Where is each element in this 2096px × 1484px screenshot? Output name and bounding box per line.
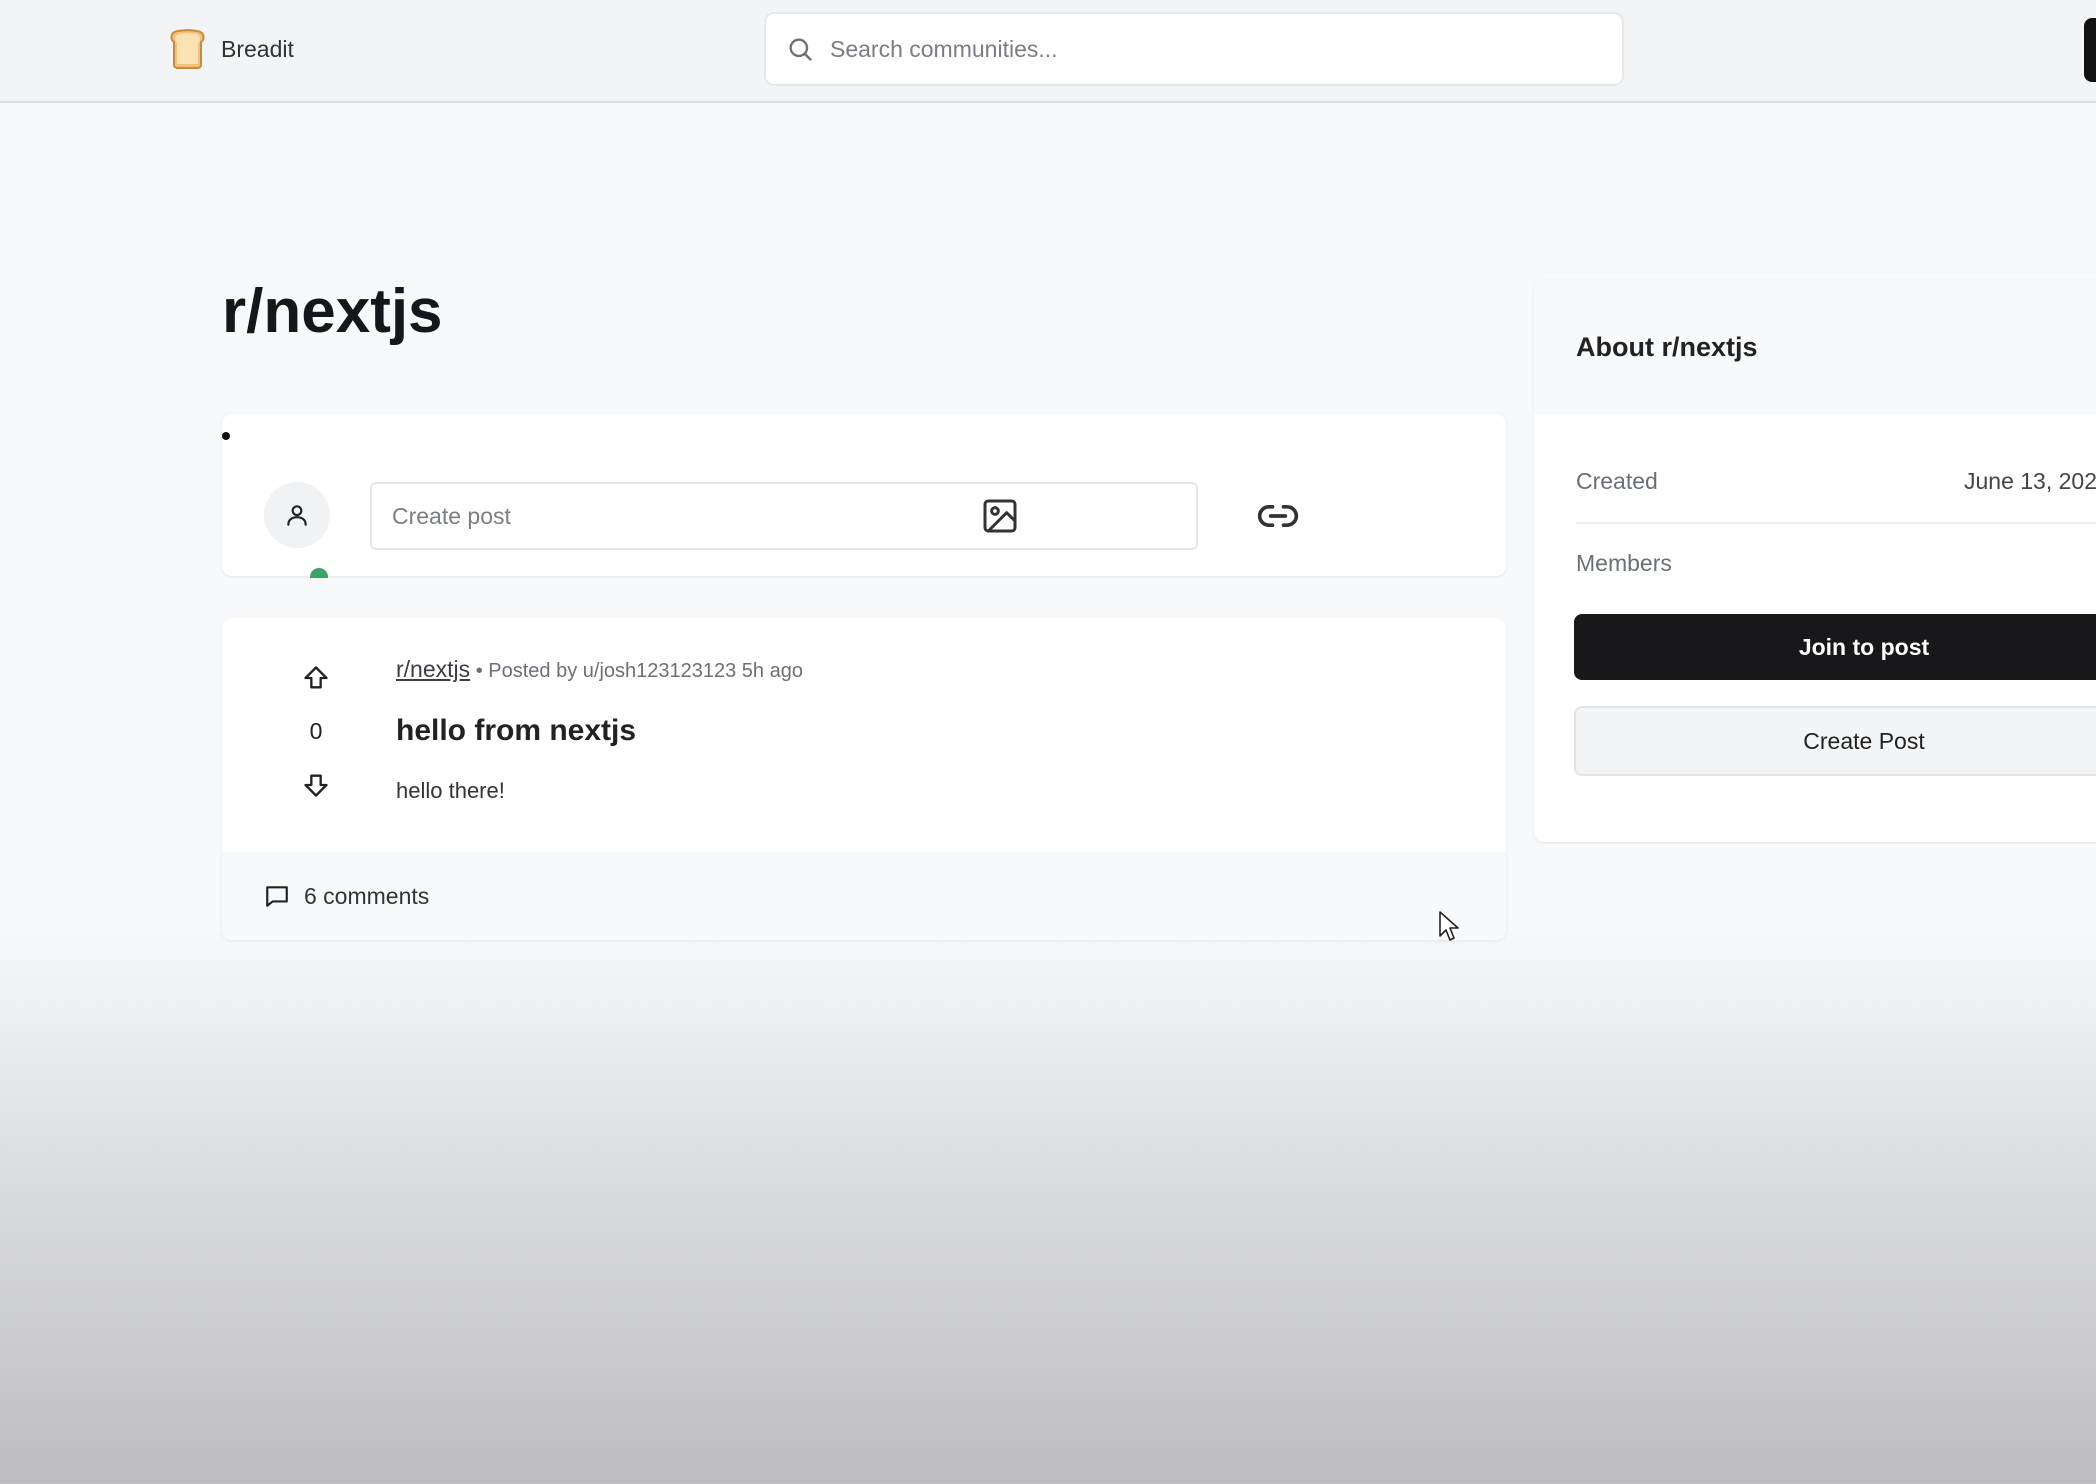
upvote-button[interactable] [296, 658, 336, 698]
created-row: Created June 13, 202 [1576, 468, 2096, 495]
post-author-time: • Posted by u/josh123123123 5h ago [475, 660, 803, 682]
downvote-button[interactable] [296, 765, 336, 805]
image-icon [983, 499, 1017, 533]
search-box[interactable] [764, 12, 1624, 86]
link-button[interactable] [1256, 494, 1300, 538]
created-label: Created [1576, 468, 1658, 494]
members-label: Members [1576, 550, 1672, 576]
post-card: 0 r/nextjs • Posted by u/josh123123123 5… [222, 618, 1506, 940]
sidebar-title: About r/nextjs [1576, 332, 1758, 362]
bread-logo-icon [170, 29, 205, 69]
vote-count: 0 [309, 718, 323, 744]
post-meta: r/nextjs • Posted by u/josh123123123 5h … [396, 656, 803, 683]
top-navbar: Breadit [0, 0, 2096, 103]
arrow-down-icon [304, 774, 328, 797]
post-footer: 6 comments [222, 852, 1506, 940]
search-icon [789, 38, 812, 61]
comments-count: 6 comments [304, 882, 430, 909]
image-upload-button[interactable] [978, 494, 1022, 538]
brand-name: Breadit [221, 35, 294, 62]
brand-link[interactable]: Breadit [166, 28, 294, 70]
comments-link[interactable]: 6 comments [264, 883, 429, 910]
comment-icon [266, 886, 288, 907]
post-body: hello there! [396, 778, 505, 803]
link-icon [1257, 505, 1299, 527]
mouse-cursor-icon [1439, 911, 1459, 941]
subreddit-link[interactable]: r/nextjs [396, 656, 470, 682]
sidebar-header: About r/nextjs [1534, 280, 2096, 414]
members-row: Members [1576, 550, 2096, 577]
page-title: r/nextjs [222, 277, 443, 346]
search-input[interactable] [828, 34, 1612, 64]
list-bullet [222, 432, 230, 440]
user-icon [287, 505, 307, 526]
divider [1576, 522, 2096, 524]
join-button[interactable]: Join to post [1574, 614, 2096, 680]
community-sidebar: About r/nextjs Created June 13, 202 Memb… [1534, 280, 2096, 842]
created-value: June 13, 202 [1964, 468, 2096, 494]
create-post-input[interactable] [370, 482, 1198, 550]
vote-column: 0 [284, 658, 348, 805]
user-menu-button[interactable] [2084, 18, 2096, 82]
post-title[interactable]: hello from nextjs [396, 714, 636, 748]
arrow-up-icon [304, 666, 328, 689]
create-post-button[interactable]: Create Post [1574, 706, 2096, 776]
avatar[interactable] [264, 482, 330, 548]
online-status-indicator [310, 568, 328, 578]
create-post-card [222, 414, 1506, 578]
